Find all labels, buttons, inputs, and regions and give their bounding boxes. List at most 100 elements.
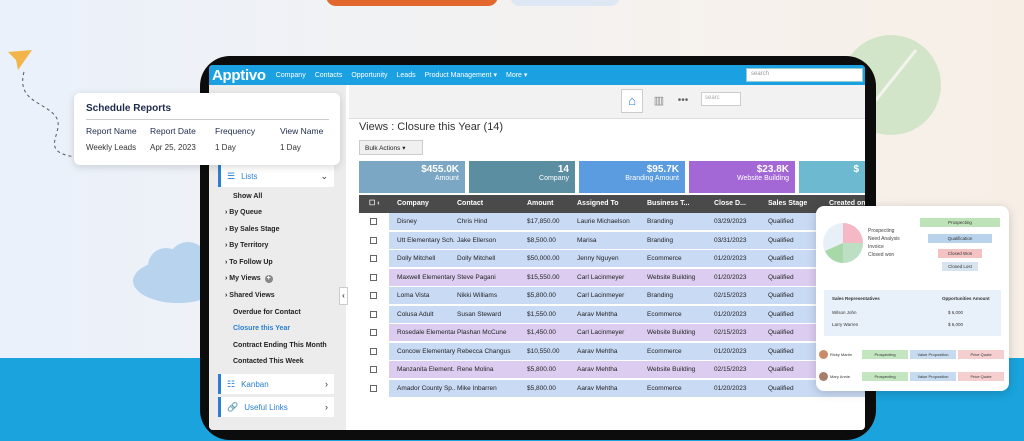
summary-tile-partial[interactable]: $ — [799, 161, 865, 193]
nav-product-management[interactable]: Product Management ▾ — [425, 71, 497, 79]
row-checkbox[interactable] — [370, 384, 377, 392]
nav-more[interactable]: More ▾ — [506, 71, 527, 79]
sidebar-item-my-views[interactable]: › My Views + — [225, 275, 273, 283]
table-row[interactable]: Utt Elementary Sch... Jake Ellerson $8,500… — [359, 231, 865, 250]
view-search-input[interactable]: searc — [701, 92, 741, 106]
sidebar-item-label: My Views — [229, 275, 261, 282]
rep-header-name: Sales Representatives — [832, 296, 880, 301]
cell-company[interactable]: Utt Elementary Sch... — [397, 232, 455, 250]
table-row[interactable]: Loma Vista Nikki Williams $5,800.00 Carl La… — [359, 287, 865, 305]
table-row[interactable]: Manzanita Element... Rene Molina $5,800.00… — [359, 361, 865, 379]
column-contact[interactable]: Contact — [457, 195, 483, 213]
cell-assigned: Aarav Mehtha — [577, 347, 618, 355]
sidebar-useful-links-header[interactable]: 🔗 Useful Links › — [218, 397, 334, 417]
row-checkbox[interactable] — [370, 292, 377, 299]
sidebar-item-contacted-this-week[interactable]: Contacted This Week — [233, 358, 304, 365]
table-row[interactable]: Rosedale Elementary Plashan McCune $1,450.… — [359, 324, 865, 342]
row-checkbox[interactable] — [370, 310, 377, 318]
global-search-input[interactable]: search — [746, 68, 863, 82]
table-row[interactable]: Amador County Sp... Mike Inbarren $5,800.0… — [359, 379, 865, 398]
column-business-type[interactable]: Business T... — [647, 195, 689, 213]
more-dots-icon[interactable]: ••• — [673, 89, 693, 113]
person-row: Ricky Martin Prospecting Value Propositi… — [816, 348, 1009, 362]
sidebar-item-by-sales-stage[interactable]: › By Sales Stage — [225, 226, 279, 233]
cell-company[interactable]: Concow Elementary — [397, 343, 455, 361]
sales-rep-table: Sales Representatives Opportunities Amou… — [824, 290, 1001, 336]
row-checkbox[interactable] — [370, 218, 377, 225]
cell-amount: $10,550.00 — [527, 347, 560, 355]
sidebar-item-closure-this-year[interactable]: Closure this Year — [233, 325, 290, 332]
row-checkbox[interactable] — [370, 255, 377, 262]
table-row[interactable]: Dolly Mitchell Dolly Mitchell $50,000.00 Je… — [359, 250, 865, 268]
summary-tile-company[interactable]: 14 Company — [469, 161, 575, 193]
cell-company[interactable]: Dolly Mitchell — [397, 250, 455, 268]
row-checkbox[interactable] — [370, 366, 377, 373]
sidebar-item-overdue-for-contact[interactable]: Overdue for Contact — [233, 309, 301, 316]
sidebar-item-label: Contacted This Week — [233, 358, 304, 365]
sidebar-item-contract-ending-this-month[interactable]: Contract Ending This Month — [233, 342, 327, 349]
stage-value-proposition: Value Proposition — [910, 372, 956, 381]
cell-assigned: Carl Lacinmeyer — [577, 273, 625, 281]
column-company[interactable]: Company — [397, 195, 429, 213]
cell-close: 03/31/2023 — [714, 236, 747, 244]
table-row[interactable]: Maxwell Elementary Steve Pagani $15,550.00… — [359, 268, 865, 287]
column-close-date[interactable]: Close D... — [714, 195, 746, 213]
summary-tile-amount[interactable]: $455.0K Amount — [359, 161, 465, 193]
nav-contacts[interactable]: Contacts — [315, 72, 343, 79]
cell-company[interactable]: Colusa Adult — [397, 306, 455, 324]
cell-business: Branding — [647, 236, 674, 244]
home-icon[interactable]: ⌂ — [621, 89, 643, 113]
cell-amount: $17,850.00 — [527, 218, 560, 225]
funnel-qualification: Qualification — [928, 234, 992, 243]
cell-company[interactable]: Loma Vista — [397, 287, 455, 305]
cell-contact: Jake Ellerson — [457, 236, 497, 244]
sidebar-item-label: Show All — [233, 193, 263, 200]
select-all-checkbox[interactable]: ☐ ‹ — [369, 195, 380, 213]
table-row[interactable]: Disney Chris Hind $17,850.00 Laurie Michael… — [359, 213, 865, 231]
nav-leads[interactable]: Leads — [397, 72, 416, 79]
row-checkbox[interactable] — [370, 236, 377, 244]
app-logo[interactable]: Apptivo — [209, 67, 276, 84]
sidebar-item-shared-views[interactable]: › Shared Views — [225, 292, 275, 299]
sidebar-kanban-header[interactable]: ☷ Kanban › — [218, 374, 334, 394]
row-checkbox[interactable] — [370, 347, 377, 355]
cell-company[interactable]: Amador County Sp... — [397, 380, 455, 398]
cell-close: 02/15/2023 — [714, 329, 747, 336]
collapse-sidebar-button[interactable]: ‹ — [339, 287, 348, 305]
nav-company[interactable]: Company — [276, 72, 306, 79]
row-checkbox[interactable] — [370, 329, 377, 336]
sidebar-item-show-all[interactable]: Show All — [233, 193, 262, 200]
cell-assigned: Carl Lacinmeyer — [577, 292, 625, 299]
legend-closed-won: Closed won — [868, 252, 895, 258]
cell-company[interactable]: Maxwell Elementary — [397, 269, 455, 287]
row-checkbox[interactable] — [370, 273, 377, 281]
column-sales-stage[interactable]: Sales Stage — [768, 195, 807, 213]
column-assigned-to[interactable]: Assigned To — [577, 195, 618, 213]
summary-tile-branding-amount[interactable]: $95.7K Branding Amount — [579, 161, 685, 193]
cell-company[interactable]: Disney — [397, 213, 455, 231]
schedule-value-report-date: Apr 25, 2023 — [150, 143, 196, 152]
table-row[interactable]: Colusa Adult Susan Steward $1,550.00 Aarav … — [359, 305, 865, 324]
rep-name: Wilson John — [832, 310, 857, 315]
sidebar-lists-header[interactable]: ☰ Lists ⌄ — [218, 165, 334, 187]
table-header: ☐ ‹ Company Contact Amount Assigned To B… — [359, 195, 865, 213]
table-row[interactable]: Concow Elementary Rebecca Changus $10,550.… — [359, 342, 865, 361]
sidebar-item-to-follow-up[interactable]: › To Follow Up — [225, 259, 273, 266]
cell-assigned: Aarav Mehtha — [577, 366, 618, 373]
sidebar-item-by-queue[interactable]: › By Queue — [225, 209, 262, 216]
sidebar-lists-label: Lists — [241, 171, 258, 181]
nav-opportunity[interactable]: Opportunity — [351, 72, 387, 79]
sidebar-item-by-territory[interactable]: › By Territory — [225, 242, 268, 249]
cell-company[interactable]: Manzanita Element... — [397, 361, 455, 379]
column-amount[interactable]: Amount — [527, 195, 553, 213]
bulk-actions-button[interactable]: Bulk Actions ▾ — [359, 140, 423, 155]
add-view-icon[interactable]: + — [264, 275, 273, 283]
schedule-value-frequency: 1 Day — [215, 143, 236, 152]
summary-tile-website-building[interactable]: $23.8K Website Building — [689, 161, 795, 193]
legend-invoice: Invoice — [868, 244, 884, 250]
cell-assigned: Jenny Nguyen — [577, 255, 619, 262]
cell-company[interactable]: Rosedale Elementary — [397, 324, 455, 342]
chart-icon[interactable]: ▥ — [649, 89, 669, 113]
decor-pill — [510, 0, 620, 6]
stage-prospecting: Prospecting — [862, 350, 908, 359]
